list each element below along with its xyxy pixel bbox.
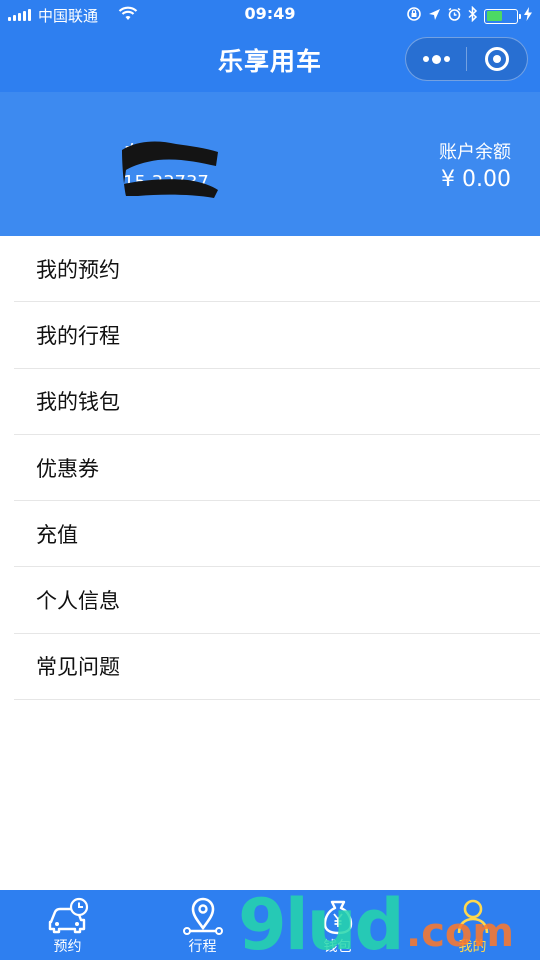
money-bag-icon xyxy=(323,900,352,935)
header: 中国联通 09:49 乐享用车 xyxy=(0,0,540,92)
menu-item-label: 常见问题 xyxy=(36,655,120,680)
menu-item-recharge[interactable]: 充值 xyxy=(14,501,540,568)
tab-mine[interactable]: 我的 xyxy=(405,890,540,960)
menu-item-faq[interactable]: 常见问题 xyxy=(14,634,540,701)
tab-label: 我的 xyxy=(458,939,487,955)
menu-item-personal-info[interactable]: 个人信息 xyxy=(14,567,540,634)
tab-appointments[interactable]: 预约 xyxy=(0,890,135,960)
rotation-lock-icon xyxy=(406,6,422,26)
menu-item-label: 我的预约 xyxy=(36,257,120,282)
menu-item-coupons[interactable]: 优惠券 xyxy=(14,435,540,502)
car-clock-icon xyxy=(48,897,88,934)
route-pin-icon xyxy=(182,897,223,935)
battery-icon xyxy=(484,8,521,24)
menu-item-trips[interactable]: 我的行程 xyxy=(14,302,540,369)
target-circle-icon xyxy=(485,47,509,71)
menu-item-label: 我的行程 xyxy=(36,323,120,348)
menu-item-appointments[interactable]: 我的预约 xyxy=(14,236,540,303)
menu-list: 我的预约 我的行程 我的钱包 优惠券 充值 个人信息 常见问题 xyxy=(0,236,540,701)
balance-value: ¥ 0.00 xyxy=(441,167,511,192)
more-dots-icon xyxy=(422,54,450,64)
menu-item-label: 我的钱包 xyxy=(36,390,120,415)
person-icon xyxy=(457,899,488,934)
tab-trips[interactable]: 行程 xyxy=(135,890,270,960)
close-miniprogram-button[interactable] xyxy=(467,37,527,81)
status-bar: 中国联通 09:49 xyxy=(0,0,540,30)
menu-item-label: 个人信息 xyxy=(36,589,120,614)
menu-item-label: 充值 xyxy=(36,522,78,547)
menu-item-label: 优惠券 xyxy=(36,456,99,481)
tab-wallet[interactable]: 钱包 xyxy=(270,890,405,960)
redaction-scribble xyxy=(122,141,218,198)
menu-item-wallet[interactable]: 我的钱包 xyxy=(14,369,540,435)
tab-label: 预约 xyxy=(53,939,82,955)
miniprogram-capsule xyxy=(405,37,528,81)
tab-label: 行程 xyxy=(188,939,217,955)
bluetooth-icon xyxy=(468,5,478,26)
profile-panel: 白 15 33737 账户余额 ¥ 0.00 xyxy=(0,92,540,236)
more-button[interactable] xyxy=(406,37,466,81)
alarm-icon xyxy=(447,7,462,26)
charging-icon xyxy=(524,7,532,25)
tab-bar: 预约 行程 钱包 我的 xyxy=(0,890,540,960)
tab-label: 钱包 xyxy=(323,939,352,955)
balance-label: 账户余额 xyxy=(439,142,511,163)
location-arrow-icon xyxy=(428,7,441,25)
